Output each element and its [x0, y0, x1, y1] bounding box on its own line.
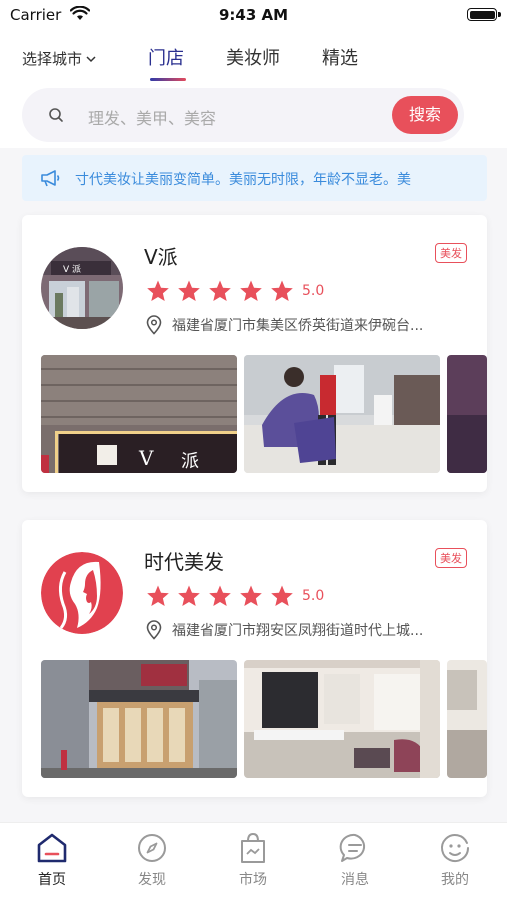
notice-banner[interactable]: 寸代美妆让美丽变简单。美丽无时限，年龄不显老。美 [22, 155, 487, 201]
star-rating [146, 584, 294, 608]
shop-card[interactable]: 时代美发 美发 5.0 福建省厦门市翔安区凤翔街道时代上城... [22, 520, 487, 797]
shop-photo[interactable] [41, 660, 237, 778]
tab-home-label: 首页 [38, 872, 66, 888]
tab-messages[interactable]: 消息 [325, 831, 385, 889]
tab-discover-label: 发现 [138, 872, 166, 888]
rating-value: 5.0 [302, 283, 325, 299]
app-screen: Carrier 9:43 AM 选择城市 门店 美妆师 精选 理发、美甲、美容 … [0, 0, 507, 900]
shop-address[interactable]: 福建省厦门市翔安区凤翔街道时代上城... [146, 620, 423, 640]
top-nav: 选择城市 门店 美妆师 精选 [0, 30, 507, 82]
star-icon [209, 280, 231, 301]
svg-text:V: V [138, 446, 154, 470]
compass-icon [138, 834, 166, 862]
status-bar: Carrier 9:43 AM [0, 0, 507, 30]
shop-photos[interactable] [41, 660, 487, 778]
shop-photos[interactable]: V 派 [41, 355, 487, 473]
city-selector-label: 选择城市 [22, 50, 83, 68]
chevron-down-icon [86, 55, 96, 62]
star-icon [178, 585, 200, 606]
star-icon [147, 280, 169, 301]
shop-photo[interactable] [244, 660, 440, 778]
bottom-tab-bar: 首页 发现 市场 消息 我的 [0, 822, 507, 900]
shop-photo[interactable] [447, 660, 487, 778]
tab-profile-label: 我的 [441, 872, 469, 888]
megaphone-icon [41, 170, 60, 187]
shop-photo[interactable]: V 派 [41, 355, 237, 473]
star-icon [209, 585, 231, 606]
star-icon [178, 280, 200, 301]
tab-featured[interactable]: 精选 [322, 44, 358, 70]
rating-value: 5.0 [302, 588, 325, 604]
shop-avatar: V 派 [41, 247, 123, 329]
tab-home[interactable]: 首页 [22, 831, 82, 889]
active-tab-indicator [150, 78, 186, 81]
search-icon [49, 108, 63, 122]
notice-text: 寸代美妆让美丽变简单。美丽无时限，年龄不显老。美 [75, 172, 411, 188]
search-bar[interactable]: 理发、美甲、美容 搜索 [22, 88, 464, 142]
address-text: 福建省厦门市翔安区凤翔街道时代上城... [172, 623, 424, 639]
svg-text:V 派: V 派 [63, 264, 81, 275]
shop-name: V派 [144, 245, 178, 269]
shop-address[interactable]: 福建省厦门市集美区侨英街道来伊碗台... [146, 315, 423, 335]
star-icon [271, 585, 293, 606]
shop-photo[interactable] [447, 355, 487, 473]
profile-face-icon [441, 834, 469, 862]
home-icon [37, 833, 67, 863]
search-section: 理发、美甲、美容 搜索 [0, 82, 507, 148]
tab-profile[interactable]: 我的 [425, 831, 485, 889]
shop-name: 时代美发 [144, 550, 224, 574]
star-icon [240, 280, 262, 301]
svg-text:派: 派 [181, 451, 199, 472]
message-icon [339, 833, 366, 862]
shop-photo[interactable] [244, 355, 440, 473]
location-pin-icon [146, 620, 162, 640]
status-time: 9:43 AM [218, 6, 289, 24]
shop-card[interactable]: V 派 V派 美发 5.0 福建省厦门市集美区侨英街道来伊碗台... V 派 [22, 215, 487, 492]
shop-avatar [41, 552, 123, 634]
shopping-bag-icon [241, 832, 265, 863]
star-icon [271, 280, 293, 301]
category-tag: 美发 [435, 548, 467, 568]
star-rating [146, 279, 294, 303]
star-icon [240, 585, 262, 606]
address-text: 福建省厦门市集美区侨英街道来伊碗台... [172, 318, 424, 334]
tab-market[interactable]: 市场 [223, 831, 283, 889]
tab-market-label: 市场 [239, 872, 267, 888]
tab-discover[interactable]: 发现 [122, 831, 182, 889]
city-selector[interactable]: 选择城市 [22, 48, 97, 69]
search-input[interactable]: 理发、美甲、美容 [88, 105, 216, 129]
location-pin-icon [146, 315, 162, 335]
battery-icon [467, 8, 501, 21]
star-icon [147, 585, 169, 606]
search-button[interactable]: 搜索 [392, 96, 458, 134]
tab-messages-label: 消息 [341, 872, 369, 888]
tab-stylists[interactable]: 美妆师 [226, 44, 280, 70]
tab-stores[interactable]: 门店 [148, 44, 184, 70]
category-tag: 美发 [435, 243, 467, 263]
